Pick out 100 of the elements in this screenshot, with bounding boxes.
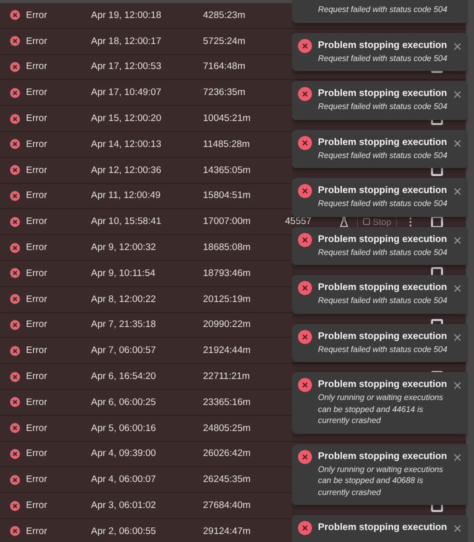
toast-message: Request failed with status code 504 [318,4,448,16]
run-duration: 21924:44m [203,345,252,356]
status-label: Error [26,10,48,21]
start-time: Apr 7, 06:00:57 [91,345,157,356]
error-icon [10,294,20,304]
start-time: Apr 6, 16:54:20 [91,371,157,382]
close-icon[interactable] [454,42,461,50]
start-time: Apr 5, 06:00:16 [91,422,157,434]
error-icon [10,10,20,20]
status-label: Error [26,500,48,512]
execution-id: 45557 [285,216,312,228]
run-duration: 27684:40m [203,500,252,512]
toast-message: Request failed with status code 504 [318,150,448,161]
status-label: Error [26,396,48,408]
start-time: Apr 18, 12:00:17 [91,36,162,47]
status-label: Error [26,190,48,202]
toast-message: Request failed with status code 504 [318,101,448,112]
error-icon [10,139,20,150]
error-icon [298,38,312,52]
run-duration: 23365:16m [203,396,252,408]
toast-title: Problem stopping execution [318,330,448,342]
error-icon [298,87,312,101]
start-time: Apr 14, 12:00:13 [91,138,162,150]
stop-icon [362,218,370,226]
start-time: Apr 15, 12:00:20 [91,113,162,124]
start-time: Apr 4, 06:00:07 [91,474,157,486]
close-icon[interactable] [454,382,461,389]
error-icon [10,36,20,46]
error-icon [298,450,312,464]
status-label: Error [26,268,48,279]
start-time: Apr 6, 06:00:25 [91,396,157,408]
toast-message: Request failed with status code 504 [318,344,448,355]
close-icon[interactable] [454,525,461,532]
status-label: Error [26,474,48,486]
run-duration: 5725:24m [203,36,246,47]
toast-title: Problem stopping execution [318,232,448,246]
status-label: Error [26,138,48,150]
run-duration: 11485:28m [203,138,251,150]
status-label: Error [26,164,48,176]
toast-title: Problem stopping execution [318,281,448,294]
error-icon [10,216,20,227]
error-icon [298,521,312,535]
toast-title: Problem stopping execution [318,450,448,462]
start-time: Apr 17, 12:00:53 [91,61,162,72]
close-icon[interactable] [454,454,461,460]
error-icon [298,232,312,246]
close-icon[interactable] [454,91,461,98]
status-label: Error [26,526,48,537]
status-label: Error [26,36,48,47]
close-icon[interactable] [454,236,461,244]
more-icon[interactable] [408,216,412,227]
run-duration: 10045:21m [203,113,252,124]
status-label: Error [26,345,48,356]
run-duration: 20990:22m [203,319,252,330]
error-icon [10,526,20,536]
toast-message: Only running or waiting executions can be stopped and 44614 is currently crashed [318,392,444,426]
toast-title: Problem stopping execution [318,378,448,391]
error-icon [298,281,312,295]
error-icon [10,62,20,72]
error-icon [298,330,312,344]
run-duration: 7236:35m [203,87,246,98]
start-time: Apr 4, 09:39:00 [91,448,157,460]
status-label: Error [26,294,48,305]
toast-title: Problem stopping execution [318,38,448,52]
start-time: Apr 12, 12:00:36 [91,164,162,176]
start-time: Apr 8, 12:00:22 [91,294,157,305]
start-time: Apr 19, 12:00:18 [91,10,162,21]
start-time: Apr 9, 10:11:54 [91,268,156,279]
run-duration: 22711:21m [203,371,251,382]
run-duration: 7164:48m [203,61,246,72]
error-icon [10,190,20,201]
run-duration: 18793:46m [203,268,252,279]
error-icon [10,397,20,408]
run-duration: 14365:05m [203,164,252,176]
close-icon[interactable] [454,188,461,195]
close-icon[interactable] [454,140,461,146]
error-icon [10,88,20,98]
toast-title: Problem stopping execution [318,521,448,534]
toast-message: Request failed with status code 504 [318,246,448,258]
error-icon [10,474,20,485]
start-time: Apr 10, 15:58:41 [91,216,162,228]
status-label: Error [26,216,48,228]
status-label: Error [26,242,48,254]
close-icon[interactable] [454,334,461,340]
run-duration: 17007:00m [203,216,252,228]
start-time: Apr 17, 10:49:07 [91,87,162,98]
run-duration: 24805:25m [203,422,252,434]
status-label: Error [26,371,48,382]
start-time: Apr 9, 12:00:32 [91,242,157,254]
run-duration: 15804:51m [203,190,252,202]
run-duration: 26026:42m [203,448,252,460]
close-icon[interactable] [454,285,461,292]
run-duration: 29124:47m [203,526,252,537]
start-time: Apr 3, 06:01:02 [91,500,157,512]
toast-message: Request failed with status code 504 [318,198,448,210]
error-icon [10,448,20,459]
run-duration: 26245:35m [203,474,252,486]
error-icon [10,242,20,253]
error-icon [10,114,20,124]
error-icon [10,346,20,356]
